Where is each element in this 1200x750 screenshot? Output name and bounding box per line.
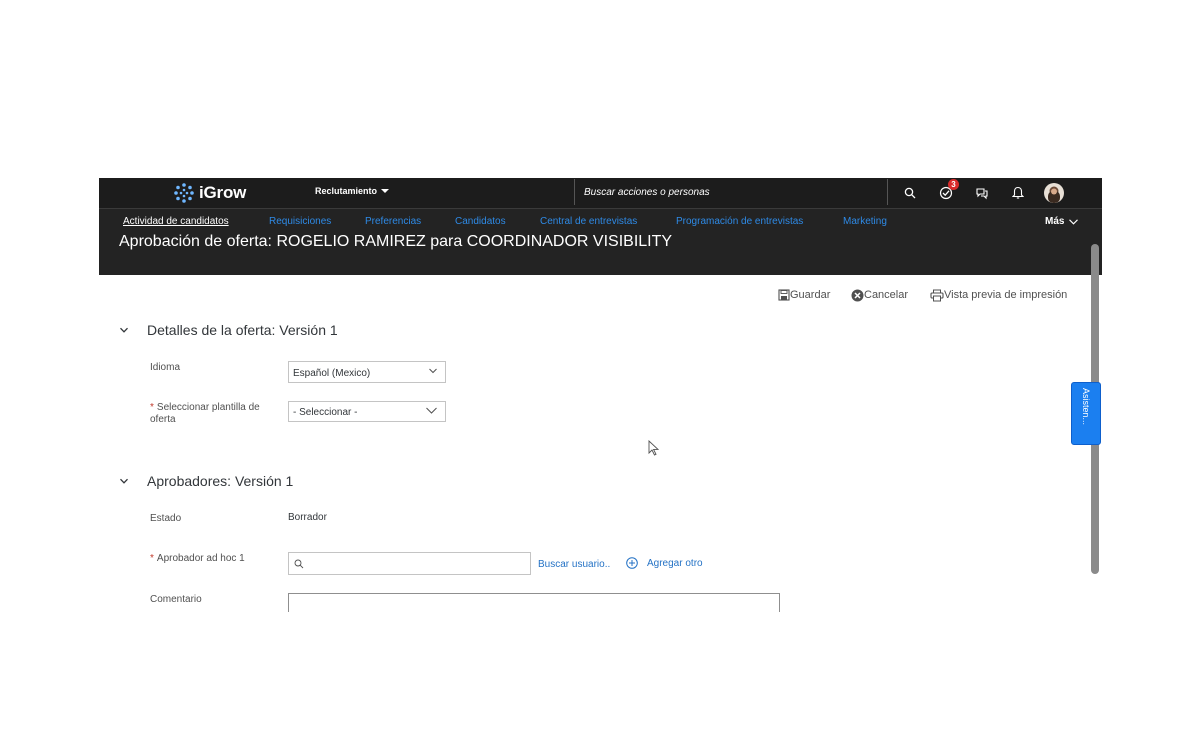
cancel-button[interactable]: Cancelar [851,288,908,302]
module-label: Reclutamiento [315,186,378,196]
cancel-label: Cancelar [864,289,909,301]
adhoc-approver-label: * Aprobador ad hoc 1 [150,553,245,564]
add-other-button[interactable]: Agregar otro [626,557,703,569]
logo-text: iGrow [199,183,247,202]
caret-down-icon [381,189,390,193]
tab-interview-central[interactable]: Central de entrevistas [540,216,637,227]
language-value: Español (Mexico) [293,368,371,379]
todo-count-badge: 3 [948,179,959,190]
add-circle-icon [626,557,638,569]
chevron-down-icon [1069,218,1079,225]
assistant-label: Asisten... [1081,388,1091,426]
status-value: Borrador [288,512,327,523]
logo-dots-icon [173,182,195,204]
search-user-link[interactable]: Buscar usuario.. [538,559,610,570]
chevron-down-icon [429,368,437,374]
module-nav: Actividad de candidatos Requisiciones Pr… [99,208,1102,235]
search-icon [904,187,916,199]
company-logo[interactable]: iGrow [173,181,246,205]
tab-preferences[interactable]: Preferencias [365,216,421,227]
feedback-button[interactable] [971,182,993,204]
tab-candidates[interactable]: Candidatos [455,216,506,227]
add-other-label: Agregar otro [647,557,703,569]
approvers-section-toggle[interactable]: Aprobadores: Versión 1 [119,473,293,489]
save-icon [778,289,790,301]
offer-details-heading: Detalles de la oferta: Versión 1 [147,322,338,338]
required-asterisk: * [150,402,154,413]
tab-requisitions[interactable]: Requisiciones [269,216,331,227]
search-placeholder: Buscar acciones o personas [584,187,710,198]
adhoc-approver-input[interactable] [288,552,531,575]
printer-icon [930,289,944,301]
todo-button[interactable]: 3 [935,179,959,204]
page-title: Aprobación de oferta: ROGELIO RAMIREZ pa… [119,233,673,250]
save-label: Guardar [790,289,831,301]
offer-details-section-toggle[interactable]: Detalles de la oferta: Versión 1 [119,322,338,338]
comment-label: Comentario [150,594,202,605]
print-preview-button[interactable]: Vista previa de impresión [930,288,1067,302]
template-label: * Seleccionar plantilla de oferta [150,402,260,425]
shell-actions: 3 [899,179,1079,204]
shell-bar: iGrow Reclutamiento Buscar acciones o pe… [99,178,1102,208]
search-icon [294,559,304,569]
language-select[interactable]: Español (Mexico) [288,361,446,383]
search-button[interactable] [899,182,921,204]
more-label: Más [1045,216,1065,227]
comment-textarea[interactable] [288,593,780,612]
tab-marketing[interactable]: Marketing [843,216,887,227]
language-label: Idioma [150,362,181,373]
notifications-button[interactable] [1007,182,1029,204]
assistant-side-tab[interactable]: Asisten... [1071,382,1101,445]
status-label: Estado [150,513,182,524]
global-search-input[interactable]: Buscar acciones o personas [574,179,888,205]
chevron-down-icon [120,327,128,333]
page-header: Aprobación de oferta: ROGELIO RAMIREZ pa… [99,233,1102,275]
offer-template-select[interactable]: - Seleccionar - [288,401,446,422]
profile-button[interactable] [1043,182,1065,204]
more-menu-button[interactable]: Más [1045,216,1079,227]
save-button[interactable]: Guardar [778,288,830,302]
template-value: - Seleccionar - [293,407,358,418]
tab-candidate-activity[interactable]: Actividad de candidatos [123,216,229,227]
module-switcher[interactable]: Reclutamiento [315,186,390,196]
feedback-chat-icon [976,188,988,200]
cancel-icon [851,289,864,301]
approvers-heading: Aprobadores: Versión 1 [147,473,294,489]
avatar [1044,183,1064,203]
mouse-cursor-icon [648,440,659,456]
chevron-down-icon [120,478,128,484]
chevron-down-icon [426,407,437,414]
app-window: iGrow Reclutamiento Buscar acciones o pe… [99,178,1102,612]
bell-icon [1012,186,1024,199]
tab-interview-scheduling[interactable]: Programación de entrevistas [676,216,803,227]
required-asterisk: * [150,553,154,564]
print-preview-label: Vista previa de impresión [944,289,1068,301]
